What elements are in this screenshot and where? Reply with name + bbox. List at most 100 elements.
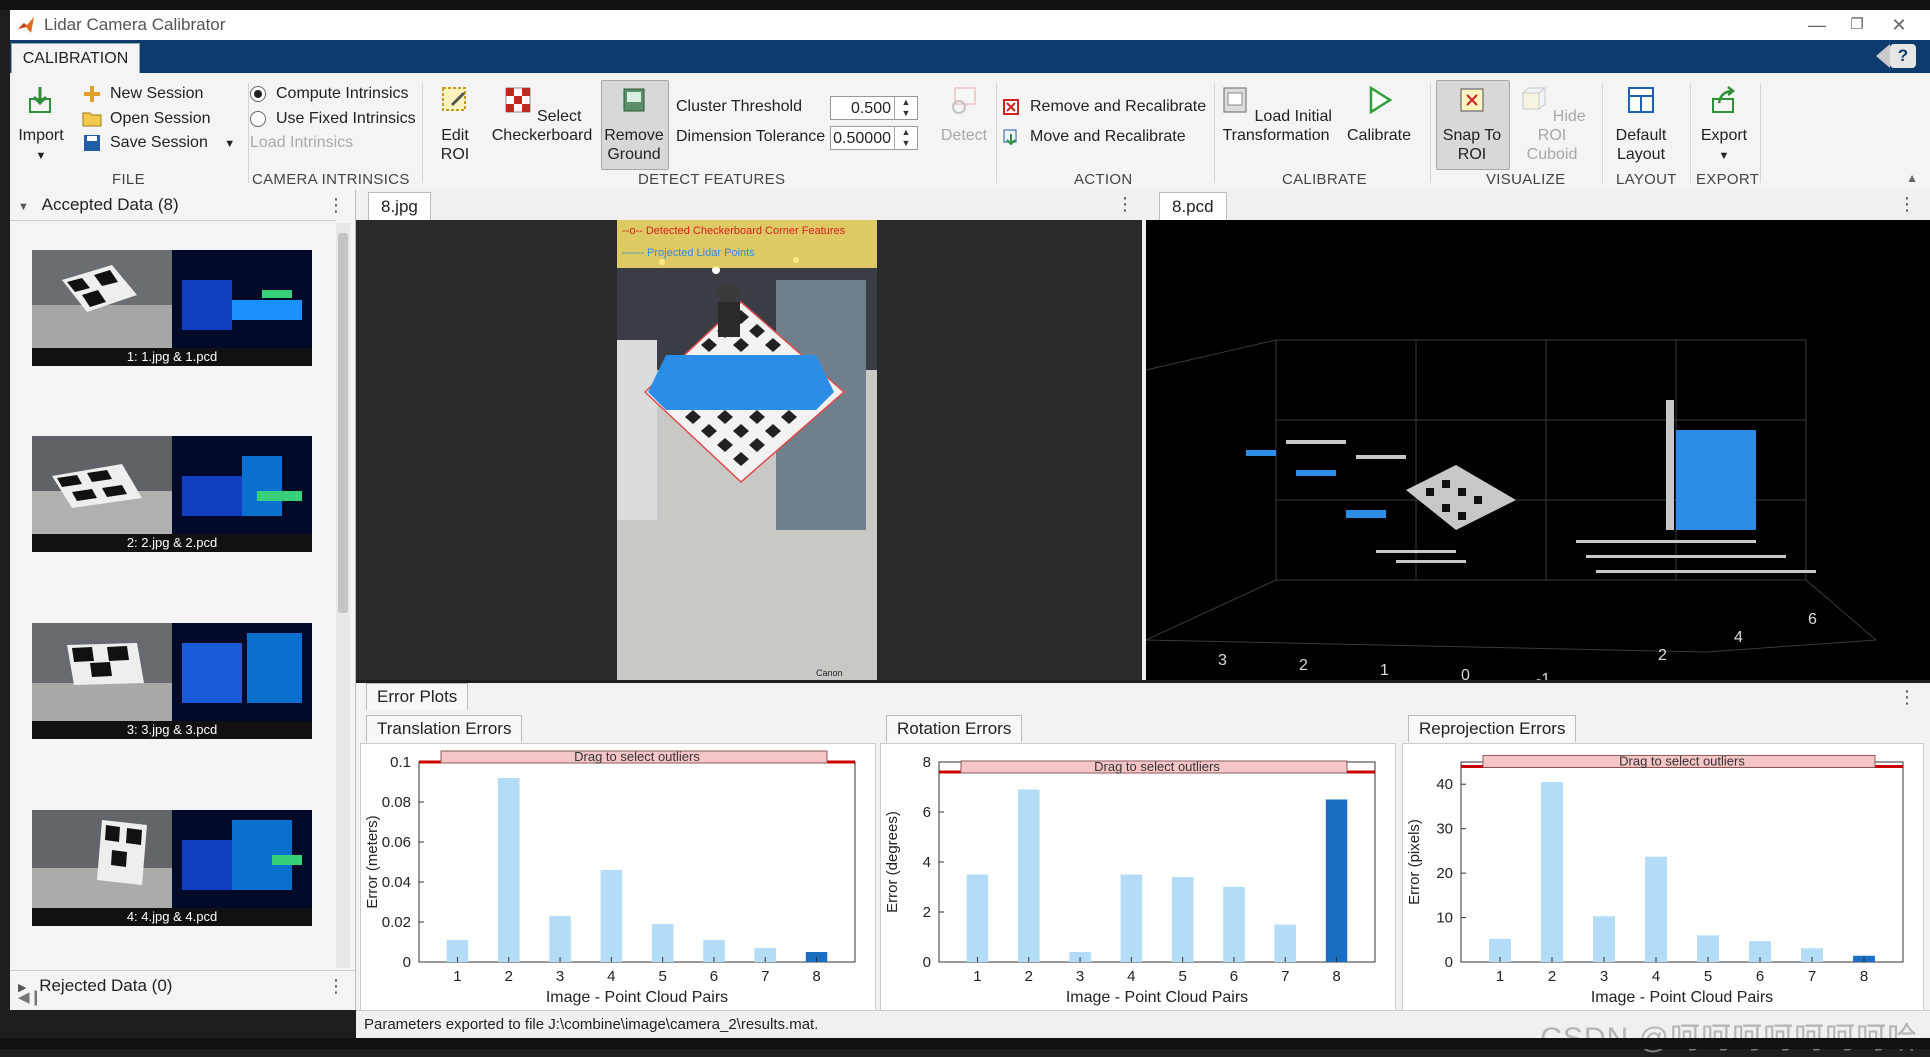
bar[interactable]	[1541, 782, 1563, 962]
more-options-icon[interactable]: ⋮	[327, 971, 345, 1001]
svg-text:1: 1	[1380, 662, 1389, 679]
reprojection-errors-chart[interactable]: 0 10 20 30 40 1 2 3 4 5 6 7 8 Drag to select outliers…	[1402, 743, 1924, 1011]
tab-translation-errors[interactable]: Translation Errors	[366, 715, 523, 742]
help-arrow-icon	[1876, 44, 1890, 68]
detect-button[interactable]: Detect	[936, 85, 992, 145]
x-tick-label: 8	[1332, 968, 1340, 985]
tab-rotation-errors[interactable]: Rotation Errors	[886, 715, 1023, 742]
new-session-button[interactable]: New Session	[82, 85, 203, 103]
bar[interactable]	[1120, 874, 1143, 963]
y-tick-label: 0	[1445, 954, 1453, 971]
bar[interactable]	[600, 870, 623, 962]
group-file: FILE	[112, 171, 145, 188]
group-action: ACTION	[1074, 171, 1133, 188]
y-tick-label: 40	[1436, 776, 1453, 793]
collapse-ribbon-icon[interactable]: ▲	[1906, 171, 1918, 185]
x-tick-label: 6	[710, 968, 718, 985]
tab-calibration[interactable]: CALIBRATION	[11, 43, 140, 74]
translation-errors-plot[interactable]: 0 0.02 0.04 0.06 0.08 0.1 1 2 3 4 5 6 7 8 Drag to sele…	[361, 744, 875, 1010]
pointcloud-axis-ticks: 3 2 1 0 -1 2 4 6	[1218, 611, 1817, 688]
rejected-data-header[interactable]: ▶ Rejected Data (0) ⋮	[10, 970, 355, 1001]
load-transform-icon	[1223, 87, 1247, 113]
bar[interactable]	[966, 874, 989, 963]
select-checkerboard-button[interactable]: Select Checkerboard	[490, 85, 594, 145]
rotation-errors-chart[interactable]: 0 2 4 6 8 1 2 3 4 5 6 7 8 Drag to select outliers Imag…	[880, 743, 1396, 1011]
tab-reprojection-errors[interactable]: Reprojection Errors	[1408, 715, 1577, 742]
bar[interactable]	[497, 778, 520, 962]
thumbnail-image	[32, 623, 312, 721]
help-button[interactable]: ?	[1890, 44, 1916, 68]
restore-icon[interactable]: ❐	[1840, 13, 1874, 37]
default-layout-button[interactable]: Default Layout	[1606, 85, 1676, 164]
more-options-icon[interactable]: ⋮	[1898, 687, 1916, 708]
y-tick-label: 0.06	[382, 834, 411, 851]
load-intrinsics-button[interactable]: Load Intrinsics	[250, 134, 353, 152]
dimension-tolerance-input[interactable]: 0.50000 ▲ ▼	[830, 126, 918, 150]
bar[interactable]	[1171, 877, 1194, 962]
tab-error-plots[interactable]: Error Plots	[366, 683, 469, 710]
close-icon[interactable]: ✕	[1882, 13, 1916, 37]
scrollbar-thumb[interactable]	[338, 233, 348, 613]
collapse-panel-icon[interactable]: ◀❙	[18, 988, 42, 1006]
list-item[interactable]: 3: 3.jpg & 3.pcd	[32, 623, 312, 739]
translation-errors-chart[interactable]: 0 0.02 0.04 0.06 0.08 0.1 1 2 3 4 5 6 7 8 Drag to sele…	[360, 743, 876, 1011]
list-item[interactable]: 2: 2.jpg & 2.pcd	[32, 436, 312, 552]
move-and-recalibrate-button[interactable]: Move and Recalibrate	[1002, 128, 1186, 146]
open-session-button[interactable]: Open Session	[82, 110, 211, 128]
save-session-button[interactable]: Save Session ▼	[82, 134, 235, 152]
camera-watermark: Canon	[816, 668, 843, 678]
bar[interactable]	[1017, 789, 1040, 963]
bar[interactable]	[549, 916, 571, 962]
compute-intrinsics-radio[interactable]: Compute Intrinsics	[250, 85, 409, 103]
spinner-arrows-icon[interactable]: ▲ ▼	[894, 97, 917, 119]
y-tick-label: 0	[403, 954, 411, 971]
x-tick-label: 8	[812, 968, 820, 985]
calibrate-button[interactable]: Calibrate	[1340, 85, 1418, 145]
thumbnail-image	[32, 436, 312, 534]
divider	[996, 83, 997, 183]
list-item[interactable]: 1: 1.jpg & 1.pcd	[32, 250, 312, 366]
remove-and-recalibrate-button[interactable]: Remove and Recalibrate	[1002, 98, 1206, 116]
accepted-data-header[interactable]: ▼ Accepted Data (8) ⋮	[10, 190, 355, 220]
import-button[interactable]: Import ▼	[16, 85, 66, 166]
spinner-arrows-icon[interactable]: ▲ ▼	[894, 127, 917, 149]
export-button[interactable]: Export ▼	[1694, 85, 1754, 166]
legend-projected-points: ------ Projected Lidar Points	[622, 247, 755, 259]
rotation-errors-plot[interactable]: 0 2 4 6 8 1 2 3 4 5 6 7 8 Drag to select outliers Imag…	[881, 744, 1395, 1010]
remove-ground-button[interactable]: Remove Ground	[602, 85, 666, 164]
bar[interactable]	[1593, 916, 1615, 962]
tab-pointcloud[interactable]: 8.pcd	[1159, 192, 1227, 221]
plus-icon	[84, 86, 100, 102]
reprojection-errors-plot[interactable]: 0 10 20 30 40 1 2 3 4 5 6 7 8 Drag to select outliers…	[1403, 744, 1923, 1010]
y-tick-label: 0.04	[382, 874, 411, 891]
pointcloud-view[interactable]: 3 2 1 0 -1 2 4 6	[1145, 220, 1930, 688]
image-view[interactable]: --o-- Detected Checkerboard Corner Featu…	[356, 220, 1142, 680]
bar[interactable]	[651, 924, 674, 962]
bar[interactable]	[1645, 856, 1667, 962]
minimize-icon[interactable]: —	[1800, 13, 1834, 37]
more-options-icon[interactable]: ⋮	[1116, 194, 1134, 215]
edit-roi-button[interactable]: Edit ROI	[430, 85, 480, 164]
cluster-threshold-input[interactable]: 0.500 ▲ ▼	[830, 96, 918, 120]
more-options-icon[interactable]: ⋮	[1898, 194, 1916, 215]
radio-selected-icon	[250, 85, 266, 102]
error-plots-panel: Error Plots ⋮ Translation Errors Rotatio…	[356, 683, 1930, 1011]
bar[interactable]	[1325, 799, 1348, 963]
snap-to-roi-button[interactable]: Snap To ROI	[1437, 85, 1507, 164]
tab-image[interactable]: 8.jpg	[368, 192, 431, 221]
y-tick-label: 30	[1436, 821, 1453, 838]
bar[interactable]	[1274, 924, 1297, 963]
dimension-tolerance-label: Dimension Tolerance	[676, 128, 826, 145]
x-tick-label: 1	[973, 968, 981, 985]
chevron-down-icon[interactable]: ▼	[224, 138, 235, 150]
load-initial-transformation-button[interactable]: Load Initial Transformation	[1220, 85, 1332, 145]
list-item[interactable]: 4: 4.jpg & 4.pcd	[32, 810, 312, 926]
more-options-icon[interactable]: ⋮	[327, 190, 345, 220]
divider	[1602, 83, 1603, 183]
scrollbar[interactable]	[336, 223, 350, 968]
bar[interactable]	[1223, 887, 1245, 962]
fixed-intrinsics-radio[interactable]: Use Fixed Intrinsics	[250, 110, 416, 128]
csdn-watermark: CSDN @呵呵呵呵呵呵呵哈	[1540, 1013, 1918, 1057]
hide-roi-cuboid-button[interactable]: Hide ROI Cuboid	[1516, 85, 1588, 164]
remove-icon	[1003, 99, 1019, 115]
